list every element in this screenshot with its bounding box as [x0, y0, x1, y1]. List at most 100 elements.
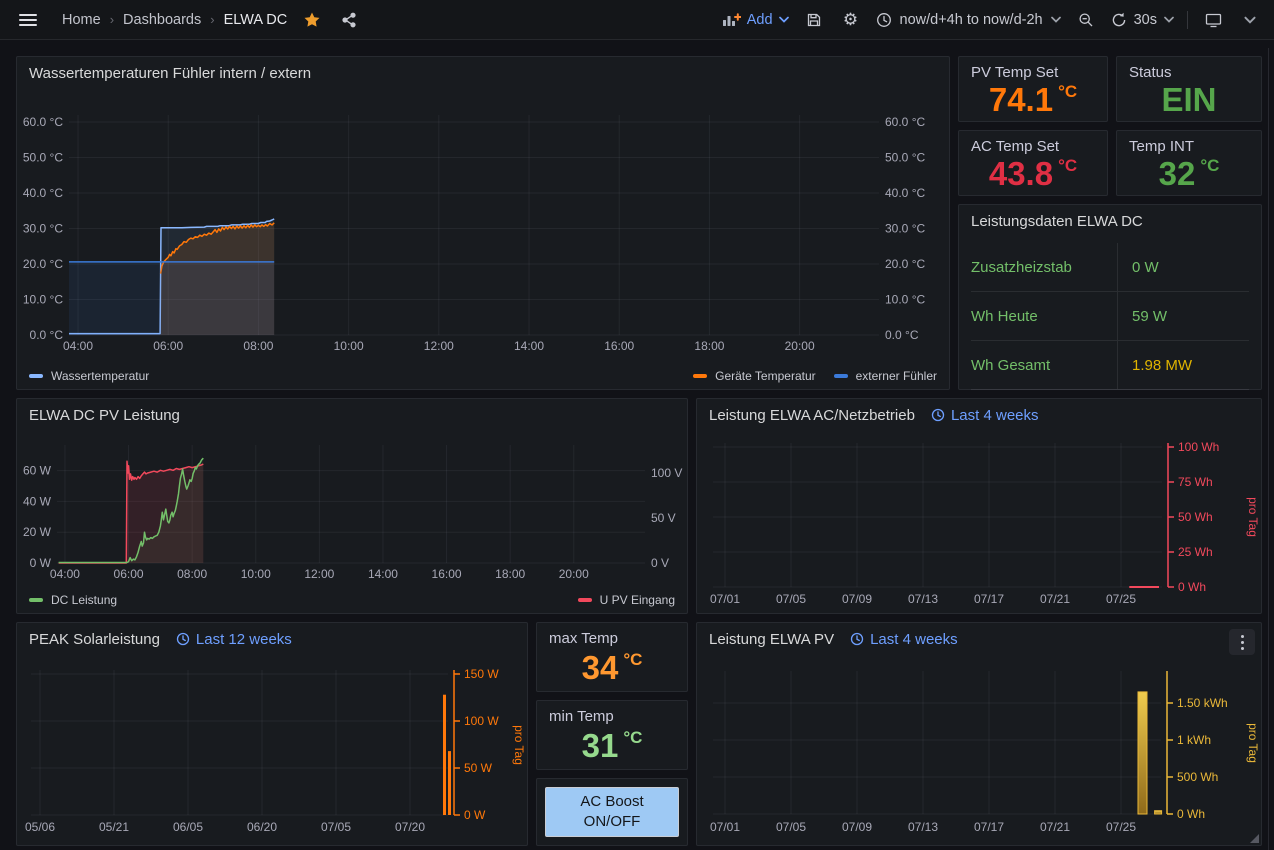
panel-max-temp: max Temp 34 °C: [536, 622, 688, 692]
svg-text:08:00: 08:00: [177, 567, 207, 581]
svg-text:04:00: 04:00: [63, 339, 93, 353]
ac-boost-button-line1: AC Boost: [580, 792, 643, 812]
dc-pv-leistung-chart[interactable]: 04:0006:0008:0010:0012:0014:0016:0018:00…: [17, 399, 689, 615]
table-row-label[interactable]: Wh Heute: [971, 292, 1118, 340]
peak-solar-chart[interactable]: 05/0605/2106/0506/2007/0507/200 W50 W100…: [17, 623, 529, 847]
table-row-label[interactable]: Wh Gesamt: [971, 341, 1118, 389]
save-dashboard-icon[interactable]: [802, 8, 826, 32]
svg-text:50 Wh: 50 Wh: [1178, 510, 1213, 524]
stat-value: 31 °C: [537, 725, 687, 765]
favorite-star-icon[interactable]: [300, 8, 324, 32]
refresh-interval-label: 30s: [1134, 12, 1157, 28]
table-row-label[interactable]: Zusatzheizstab: [971, 243, 1118, 291]
stat-number: EIN: [1161, 83, 1216, 116]
menu-icon[interactable]: [16, 8, 40, 32]
breadcrumb-dashboards[interactable]: Dashboards: [123, 12, 201, 28]
breadcrumb-home[interactable]: Home: [62, 12, 101, 28]
panel-ac-temp-set: AC Temp Set 43.8 °C: [958, 130, 1108, 196]
panel-title[interactable]: Leistung ELWA AC/Netzbetrieb: [709, 407, 915, 424]
zoom-out-time-icon[interactable]: [1074, 8, 1098, 32]
svg-text:20 W: 20 W: [23, 525, 52, 539]
panel-time-link-label: Last 4 weeks: [870, 631, 958, 648]
panel-time-link-label: Last 4 weeks: [951, 407, 1039, 424]
panel-time-link-label: Last 12 weeks: [196, 631, 292, 648]
dashboard-settings-icon[interactable]: ⚙: [839, 8, 863, 32]
legend-swatch: [834, 374, 848, 378]
legend-swatch: [578, 598, 592, 602]
stat-unit: °C: [623, 650, 642, 670]
refresh-picker[interactable]: 30s: [1111, 12, 1174, 28]
stat-unit: °C: [1200, 156, 1219, 176]
breadcrumb: Home › Dashboards › ELWA DC: [62, 12, 287, 28]
panel-title[interactable]: Wassertemperaturen Fühler intern / exter…: [29, 65, 311, 82]
chevron-down-icon: [1164, 16, 1174, 23]
stat-value: 32 °C: [1117, 155, 1261, 191]
svg-text:20.0 °C: 20.0 °C: [23, 257, 63, 271]
table-row: Zusatzheizstab 0 W: [971, 243, 1249, 292]
nav-divider: [1187, 11, 1188, 29]
stat-title: max Temp: [549, 630, 618, 647]
clock-icon: [176, 632, 190, 646]
panel-time-link[interactable]: Last 4 weeks: [931, 407, 1039, 424]
stat-title: AC Temp Set: [971, 138, 1059, 155]
clock-icon: [931, 408, 945, 422]
leistung-ac-chart[interactable]: 07/0107/0507/0907/1307/1707/2107/250 Wh2…: [697, 399, 1263, 615]
scrollbar-track[interactable]: [1268, 48, 1269, 850]
svg-text:pro Tag: pro Tag: [1246, 723, 1260, 763]
chevron-down-icon[interactable]: [1238, 8, 1262, 32]
svg-text:30.0 °C: 30.0 °C: [885, 222, 925, 236]
share-icon[interactable]: [337, 8, 361, 32]
panel-title[interactable]: ELWA DC PV Leistung: [29, 407, 180, 424]
svg-text:07/17: 07/17: [974, 592, 1004, 606]
panel-time-link[interactable]: Last 4 weeks: [850, 631, 958, 648]
add-panel-button[interactable]: Add: [722, 12, 789, 28]
svg-text:10:00: 10:00: [241, 567, 271, 581]
panel-title[interactable]: PEAK Solarleistung: [29, 631, 160, 648]
svg-text:500 Wh: 500 Wh: [1177, 770, 1218, 784]
panel-wassertemperaturen: Wassertemperaturen Fühler intern / exter…: [16, 56, 950, 390]
stat-number: 32: [1159, 157, 1196, 190]
legend-swatch: [29, 598, 43, 602]
svg-text:150 W: 150 W: [464, 667, 499, 681]
leistung-pv-chart[interactable]: 07/0107/0507/0907/1307/1707/2107/250 Wh5…: [697, 623, 1263, 847]
panel-menu-button[interactable]: [1229, 629, 1255, 655]
ac-boost-button[interactable]: AC Boost ON/OFF: [545, 787, 679, 837]
legend-swatch: [693, 374, 707, 378]
svg-text:07/05: 07/05: [321, 820, 351, 834]
stat-number: 34: [582, 651, 619, 684]
panel-ac-boost: AC Boost ON/OFF: [536, 778, 688, 846]
svg-text:07/01: 07/01: [710, 592, 740, 606]
stat-title: Status: [1129, 64, 1172, 81]
wassertemperaturen-chart[interactable]: 04:0006:0008:0010:0012:0014:0016:0018:00…: [17, 57, 951, 391]
legend-label: DC Leistung: [51, 593, 117, 607]
panel-title[interactable]: Leistung ELWA PV: [709, 631, 834, 648]
panel-status: Status EIN: [1116, 56, 1262, 122]
panel-time-link[interactable]: Last 12 weeks: [176, 631, 292, 648]
tv-mode-icon[interactable]: [1201, 8, 1225, 32]
leistungsdaten-table: Zusatzheizstab 0 W Wh Heute 59 W Wh Gesa…: [971, 243, 1249, 390]
legend-label: Geräte Temperatur: [715, 369, 816, 383]
svg-text:0 V: 0 V: [651, 556, 669, 570]
svg-text:06/20: 06/20: [247, 820, 277, 834]
panel-title[interactable]: Leistungsdaten ELWA DC: [971, 213, 1143, 230]
add-panel-icon: [722, 13, 741, 27]
stat-unit: °C: [1058, 156, 1077, 176]
legend-item[interactable]: DC Leistung: [29, 593, 117, 607]
svg-text:100 W: 100 W: [464, 714, 499, 728]
clock-icon: [850, 632, 864, 646]
panel-resize-handle[interactable]: [1250, 834, 1259, 843]
time-range-picker[interactable]: now/d+4h to now/d-2h: [876, 12, 1061, 28]
svg-text:06:00: 06:00: [114, 567, 144, 581]
svg-text:07/09: 07/09: [842, 820, 872, 834]
panel-elwa-dc-pv-leistung: ELWA DC PV Leistung 04:0006:0008:0010:00…: [16, 398, 688, 614]
svg-text:pro Tag: pro Tag: [1246, 497, 1260, 537]
svg-text:16:00: 16:00: [604, 339, 634, 353]
legend-item[interactable]: Geräte Temperatur: [693, 369, 816, 383]
legend-item[interactable]: Wassertemperatur: [29, 369, 149, 383]
legend-item[interactable]: externer Fühler: [834, 369, 937, 383]
legend-item[interactable]: U PV Eingang: [578, 593, 675, 607]
svg-text:14:00: 14:00: [514, 339, 544, 353]
table-row: Wh Heute 59 W: [971, 292, 1249, 341]
breadcrumb-separator: ›: [210, 12, 214, 27]
panel-leistung-elwa-pv: Leistung ELWA PV Last 4 weeks 07/0107/05…: [696, 622, 1262, 846]
